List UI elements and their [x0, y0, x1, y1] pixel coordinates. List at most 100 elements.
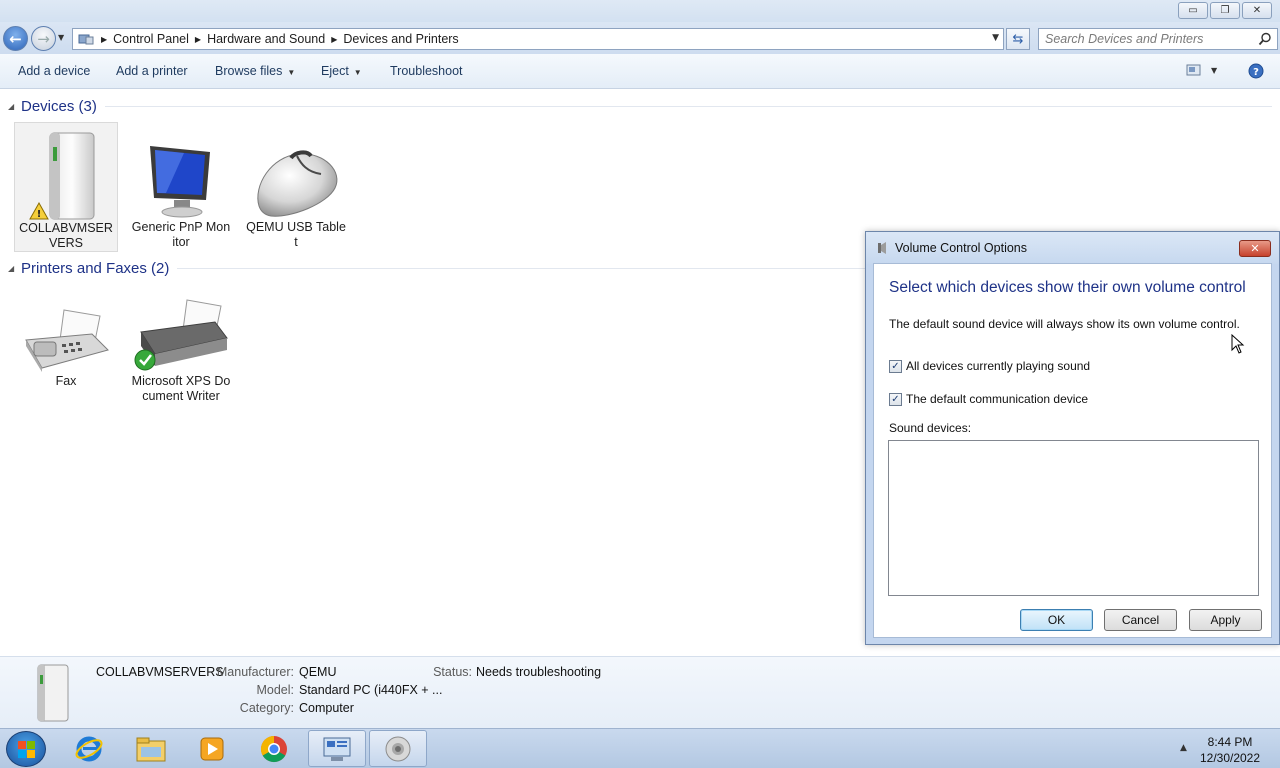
apply-button[interactable]: Apply: [1189, 609, 1262, 631]
details-manufacturer-value: QEMU: [299, 665, 337, 679]
device-fax[interactable]: Fax: [14, 304, 118, 389]
window-controls: ▭ ❐ ✕: [1178, 2, 1272, 19]
details-pane: COLLABVMSERVERS Manufacturer: QEMU Model…: [0, 656, 1280, 728]
dialog-heading: Select which devices show their own volu…: [889, 279, 1246, 296]
dialog-body: Select which devices show their own volu…: [873, 263, 1272, 638]
taskbar: ▲ 8:44 PM 12/30/2022: [0, 728, 1280, 768]
command-bar: Add a device Add a printer Browse files ▼…: [0, 54, 1280, 89]
add-device-button[interactable]: Add a device: [18, 64, 90, 78]
browse-files-label: Browse files: [215, 64, 283, 78]
mouse-cursor-icon: [1231, 333, 1245, 357]
file-explorer-icon[interactable]: [122, 730, 180, 767]
close-button[interactable]: ✕: [1242, 2, 1272, 19]
computer-icon: [28, 663, 74, 726]
breadcrumb-control-panel[interactable]: Control Panel: [113, 32, 189, 46]
search-icon[interactable]: [1258, 32, 1272, 49]
taskbar-clock[interactable]: 8:44 PM 12/30/2022: [1190, 734, 1270, 766]
device-label: Fax: [55, 374, 77, 388]
view-options-icon[interactable]: [1186, 63, 1202, 80]
browse-files-button[interactable]: Browse files ▼: [215, 64, 295, 78]
monitor-icon: [129, 122, 233, 220]
group-title: Devices (3): [21, 98, 97, 115]
breadcrumb-separator[interactable]: ▶: [331, 35, 337, 44]
dialog-title: Volume Control Options: [895, 241, 1028, 255]
sound-devices-list[interactable]: [888, 440, 1259, 596]
show-hidden-icons-icon[interactable]: ▲: [1180, 743, 1187, 753]
window-titlebar: ▭ ❐ ✕: [0, 0, 1280, 22]
internet-explorer-icon[interactable]: [60, 730, 118, 767]
device-label: Microsoft XPS Document Writer: [131, 374, 231, 403]
refresh-icon[interactable]: ⇆: [1006, 28, 1030, 50]
recent-pages-icon[interactable]: ▼: [58, 33, 64, 42]
dialog-titlebar[interactable]: Volume Control Options ✕: [866, 232, 1279, 264]
cancel-button[interactable]: Cancel: [1104, 609, 1177, 631]
dialog-close-button[interactable]: ✕: [1239, 240, 1271, 257]
forward-button[interactable]: →: [31, 26, 56, 51]
address-bar[interactable]: ▶ Control Panel ▶ Hardware and Sound ▶ D…: [72, 28, 1004, 50]
device-microsoft-xps-document-writer[interactable]: Microsoft XPS Document Writer: [129, 299, 233, 404]
volume-icon[interactable]: [369, 730, 427, 767]
clock-time: 8:44 PM: [1207, 735, 1253, 749]
control-panel-icon: [77, 32, 95, 46]
svg-text:?: ?: [1253, 67, 1259, 78]
eject-button[interactable]: Eject ▼: [321, 64, 362, 78]
start-button[interactable]: [6, 731, 46, 767]
volume-control-options-dialog: Volume Control Options ✕ Select which de…: [865, 231, 1280, 645]
details-manufacturer-key: Manufacturer:: [216, 665, 294, 679]
checkbox-label[interactable]: All devices currently playing sound: [906, 359, 1090, 373]
details-status-key: Status:: [433, 665, 472, 679]
checkbox-row-communication-device[interactable]: ✓ The default communication device: [889, 392, 1088, 406]
sound-devices-label: Sound devices:: [889, 421, 972, 435]
mouse-icon: [244, 122, 348, 220]
device-label: COLLABVMSERVERS: [19, 221, 113, 250]
devices-and-printers-icon[interactable]: [308, 730, 366, 767]
eject-label: Eject: [321, 64, 349, 78]
details-device-name: COLLABVMSERVERS: [96, 665, 224, 679]
details-model-value: Standard PC (i440FX + ...: [299, 683, 443, 697]
details-model-key: Model:: [256, 683, 294, 697]
navigation-bar: ← → ▼ ▶ Control Panel ▶ Hardware and Sou…: [0, 22, 1280, 54]
device-label: Generic PnP Monitor: [131, 220, 231, 249]
printer-icon: [129, 299, 233, 374]
device-label: QEMU USB Tablet: [246, 220, 346, 249]
checkbox-label[interactable]: The default communication device: [906, 392, 1088, 406]
add-printer-button[interactable]: Add a printer: [116, 64, 188, 78]
chrome-icon[interactable]: [245, 730, 303, 767]
chevron-down-icon: ▼: [287, 68, 296, 77]
chevron-down-icon[interactable]: ▼: [992, 33, 999, 43]
troubleshoot-button[interactable]: Troubleshoot: [390, 64, 463, 78]
svg-text:!: !: [37, 209, 42, 220]
breadcrumb-separator[interactable]: ▶: [101, 35, 107, 44]
checkbox-default-communication-device[interactable]: ✓: [889, 392, 902, 406]
details-category-value: Computer: [299, 701, 354, 715]
device-qemu-usb-tablet[interactable]: QEMU USB Tablet: [244, 122, 348, 250]
breadcrumb-separator[interactable]: ▶: [195, 35, 201, 44]
details-category-key: Category:: [239, 701, 294, 715]
search-input[interactable]: [1045, 29, 1255, 49]
device-collabvmservers[interactable]: ! COLLABVMSERVERS: [14, 122, 118, 252]
clock-date: 12/30/2022: [1199, 751, 1261, 765]
minimize-button[interactable]: ▭: [1178, 2, 1208, 19]
ok-button[interactable]: OK: [1020, 609, 1093, 631]
group-divider: [104, 106, 1272, 107]
breadcrumb-devices-and-printers[interactable]: Devices and Printers: [343, 32, 458, 46]
details-status-value: Needs troubleshooting: [476, 665, 602, 679]
search-box[interactable]: [1038, 28, 1278, 50]
back-button[interactable]: ←: [3, 26, 28, 51]
collapse-triangle-icon[interactable]: ◢: [8, 102, 21, 111]
media-player-icon[interactable]: [183, 730, 241, 767]
chevron-down-icon: ▼: [353, 68, 362, 77]
dialog-description: The default sound device will always sho…: [889, 317, 1240, 331]
speaker-icon: [876, 242, 888, 257]
help-icon[interactable]: ?: [1248, 63, 1264, 82]
fax-icon: [14, 304, 118, 374]
checkbox-all-devices-playing-sound[interactable]: ✓: [889, 359, 902, 373]
collapse-triangle-icon[interactable]: ◢: [8, 264, 21, 273]
breadcrumb-hardware-and-sound[interactable]: Hardware and Sound: [207, 32, 325, 46]
group-header-devices[interactable]: ◢ Devices (3): [8, 98, 1272, 115]
checkbox-row-playing-sound[interactable]: ✓ All devices currently playing sound: [889, 359, 1090, 373]
device-generic-pnp-monitor[interactable]: Generic PnP Monitor: [129, 122, 233, 250]
computer-icon: !: [15, 123, 117, 221]
view-menu-chevron-icon[interactable]: ▼: [1211, 66, 1217, 75]
restore-button[interactable]: ❐: [1210, 2, 1240, 19]
